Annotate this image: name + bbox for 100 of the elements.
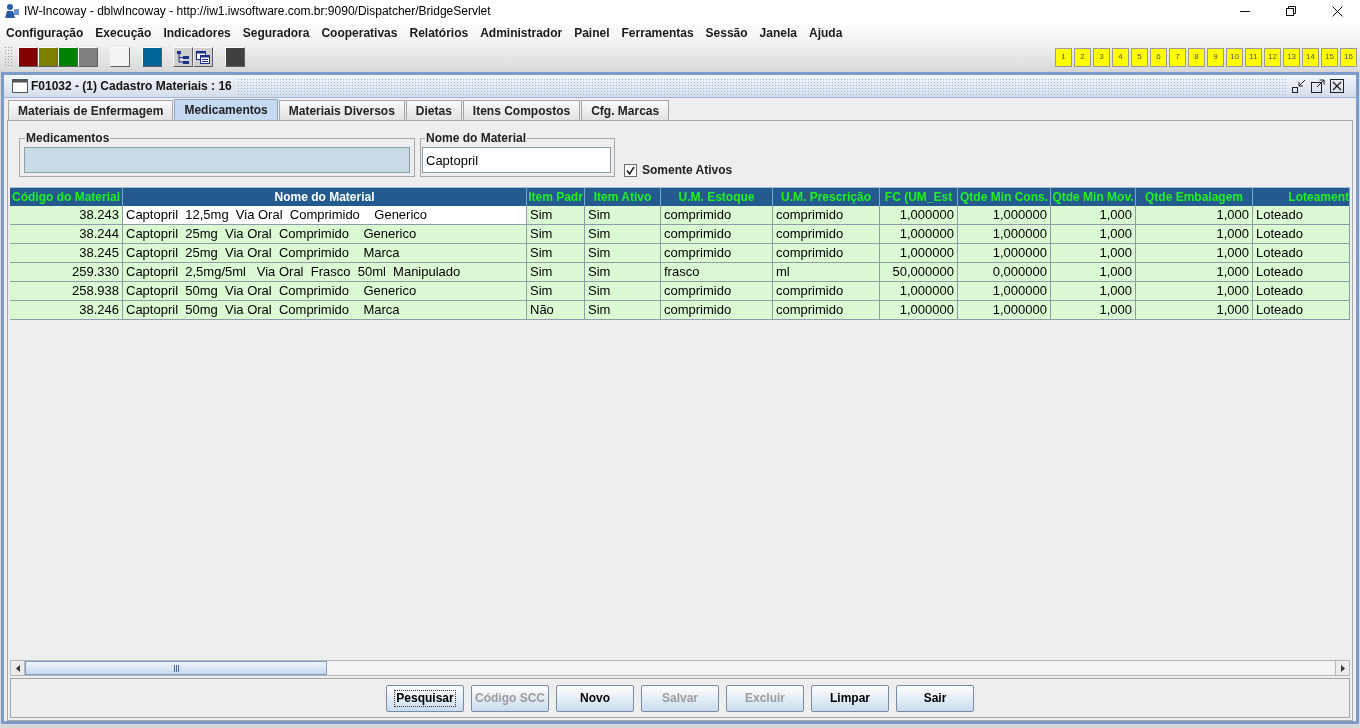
color-swatch-icon[interactable] xyxy=(18,47,38,67)
minimize-icon[interactable] xyxy=(1292,79,1306,93)
numbered-button[interactable]: 11 xyxy=(1245,47,1262,67)
color-swatch-icon[interactable] xyxy=(142,47,162,67)
action-button[interactable]: Limpar xyxy=(811,684,889,712)
numbered-button[interactable]: 7 xyxy=(1169,47,1186,67)
table-cell: Sim xyxy=(585,263,661,282)
numbered-button[interactable]: 8 xyxy=(1188,47,1205,67)
column-header[interactable]: Qtde Min Mov. xyxy=(1051,187,1136,206)
restore-icon[interactable] xyxy=(1286,6,1296,16)
numbered-button[interactable]: 14 xyxy=(1302,47,1319,67)
checkbox[interactable] xyxy=(624,163,637,177)
column-header[interactable]: Qtde Embalagem xyxy=(1136,187,1253,206)
numbered-button[interactable]: 16 xyxy=(1340,47,1357,67)
table-cell: Sim xyxy=(585,282,661,301)
color-swatch-icon[interactable] xyxy=(225,47,245,67)
color-swatch-icon[interactable] xyxy=(58,47,78,67)
scroll-left-button[interactable] xyxy=(11,661,25,675)
toolbar-button[interactable] xyxy=(173,47,193,67)
menu-item[interactable]: Administrador xyxy=(474,25,569,41)
menu-item[interactable]: Ferramentas xyxy=(615,25,700,41)
numbered-button[interactable]: 1 xyxy=(1055,47,1072,67)
numbered-button[interactable]: 5 xyxy=(1131,47,1148,67)
action-button[interactable]: Sair xyxy=(896,684,974,712)
table-cell: 1,000 xyxy=(1051,263,1136,282)
numbered-button[interactable]: 9 xyxy=(1207,47,1224,67)
scroll-right-button[interactable] xyxy=(1335,661,1349,675)
scrollbar-thumb[interactable] xyxy=(25,661,327,675)
tab[interactable]: Itens Compostos xyxy=(462,100,581,120)
color-swatch-icon[interactable] xyxy=(78,47,98,67)
table-cell: Captopril 25mg Via Oral Comprimido Marca xyxy=(123,244,527,263)
toolbar-button[interactable] xyxy=(193,47,213,67)
table-cell: Sim xyxy=(585,206,661,225)
checkmark-icon xyxy=(626,165,635,175)
column-header[interactable]: FC (UM_Est xyxy=(880,187,958,206)
menu-item[interactable]: Painel xyxy=(568,25,616,41)
table-cell: 1,000000 xyxy=(880,225,958,244)
table-cell: Sim xyxy=(527,206,585,225)
color-swatch-icon[interactable] xyxy=(38,47,58,67)
close-icon[interactable] xyxy=(1331,5,1343,17)
numbered-button[interactable]: 2 xyxy=(1074,47,1091,67)
column-header[interactable]: Nome do Material xyxy=(123,187,527,206)
table-cell: 1,000 xyxy=(1051,225,1136,244)
table-cell: Loteado xyxy=(1253,244,1350,263)
menu-item[interactable]: Sessão xyxy=(699,25,754,41)
color-swatch-icon[interactable] xyxy=(110,47,130,67)
table-cell: Loteado xyxy=(1253,282,1350,301)
menu-item[interactable]: Janela xyxy=(753,25,803,41)
action-button[interactable]: Novo xyxy=(556,684,634,712)
column-header[interactable]: Código do Material xyxy=(10,187,123,206)
column-header[interactable]: Qtde Min Cons. xyxy=(958,187,1051,206)
table-cell: 1,000 xyxy=(1051,282,1136,301)
menu-item[interactable]: Cooperativas xyxy=(315,25,404,41)
numbered-button[interactable]: 6 xyxy=(1150,47,1167,67)
table-cell: 1,000 xyxy=(1051,301,1136,320)
numbered-button[interactable]: 13 xyxy=(1283,47,1300,67)
table-cell: Captopril 12,5mg Via Oral Comprimido Generico xyxy=(123,206,527,225)
left-arrow-icon xyxy=(15,664,20,672)
numbered-button[interactable]: 4 xyxy=(1112,47,1129,67)
column-header[interactable]: U.M. Estoque xyxy=(661,187,773,206)
tab[interactable]: Materiais Diversos xyxy=(278,100,405,120)
column-header[interactable]: U.M. Prescrição xyxy=(773,187,880,206)
table-cell: comprimido xyxy=(661,244,773,263)
table-cell: 50,000000 xyxy=(880,263,958,282)
menu-item[interactable]: Execução xyxy=(89,25,158,41)
table-cell: Loteado xyxy=(1253,263,1350,282)
app-icon xyxy=(4,3,20,19)
table-cell: 38.245 xyxy=(10,244,123,263)
table-cell: 1,000 xyxy=(1136,225,1253,244)
menu-item[interactable]: Seguradora xyxy=(236,25,316,41)
checkbox-label[interactable]: Somente Ativos xyxy=(642,161,733,179)
table-cell: 38.243 xyxy=(10,206,123,225)
close-icon[interactable] xyxy=(1330,79,1344,93)
horizontal-scrollbar[interactable] xyxy=(10,660,1350,676)
numbered-button[interactable]: 3 xyxy=(1093,47,1110,67)
table-cell: Sim xyxy=(585,244,661,263)
column-header[interactable]: Item Padr xyxy=(527,187,585,206)
tab[interactable]: Medicamentos xyxy=(174,99,278,120)
column-header[interactable]: Item Ativo xyxy=(585,187,661,206)
numbered-button[interactable]: 15 xyxy=(1321,47,1338,67)
menu-item[interactable]: Ajuda xyxy=(802,25,849,41)
tab[interactable]: Cfg. Marcas xyxy=(581,100,670,120)
group-label: Medicamentos xyxy=(25,131,111,145)
input-field[interactable] xyxy=(24,147,410,173)
menu-item[interactable]: Relatórios xyxy=(403,25,475,41)
tab[interactable]: Materiais de Enfermagem xyxy=(8,100,174,120)
numbered-button[interactable]: 10 xyxy=(1226,47,1243,67)
column-header[interactable]: Loteament xyxy=(1253,187,1350,206)
maximize-icon[interactable] xyxy=(1311,79,1325,93)
action-button[interactable]: Pesquisar xyxy=(386,684,464,712)
table-cell: Loteado xyxy=(1253,206,1350,225)
menu-item[interactable]: Configuração xyxy=(0,25,90,41)
input-field[interactable]: Captopril xyxy=(422,147,611,173)
table-cell: Captopril 50mg Via Oral Comprimido Marca xyxy=(123,301,527,320)
table-cell: comprimido xyxy=(661,301,773,320)
minimize-icon[interactable] xyxy=(1240,10,1250,12)
menu-item[interactable]: Indicadores xyxy=(157,25,237,41)
tab[interactable]: Dietas xyxy=(405,100,462,120)
tree-icon xyxy=(177,50,189,64)
numbered-button[interactable]: 12 xyxy=(1264,47,1281,67)
